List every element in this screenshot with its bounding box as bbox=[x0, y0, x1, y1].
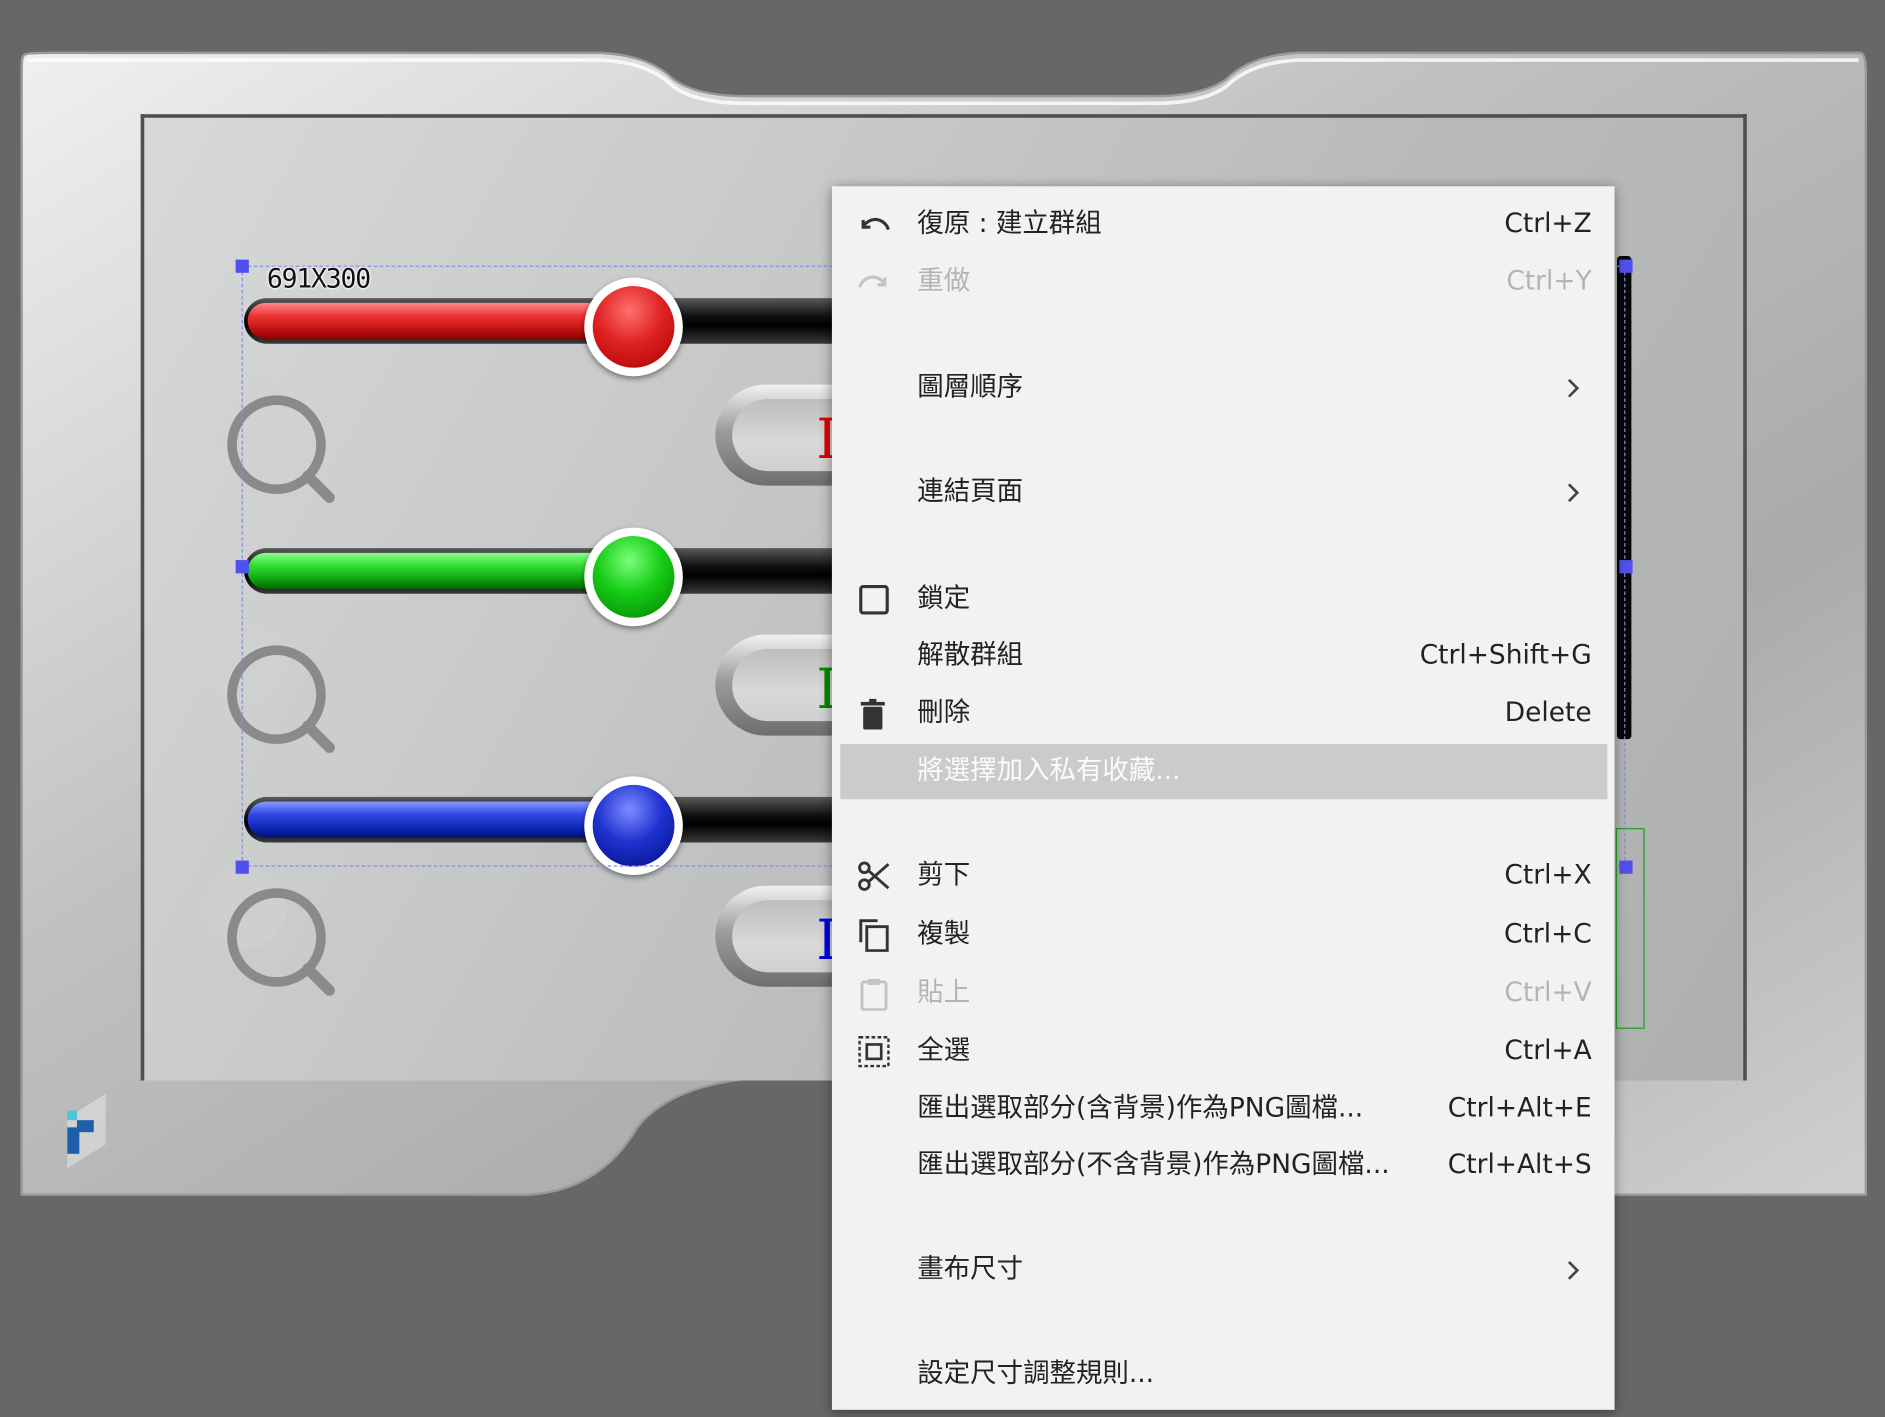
copy-icon bbox=[859, 919, 889, 952]
app-logo bbox=[67, 1093, 106, 1169]
scissors-icon bbox=[858, 861, 890, 891]
menu-item-label: 匯出選取部分(不含背景)作為PNG圖檔... bbox=[917, 1150, 1390, 1181]
resize-handle[interactable] bbox=[235, 259, 249, 273]
menu-item-label: 剪下 bbox=[917, 860, 971, 891]
select-all-icon bbox=[858, 1036, 890, 1068]
menu-item-redo[interactable]: 重做 Ctrl+Y bbox=[832, 258, 1615, 306]
menu-item-lock[interactable]: 鎖定 bbox=[832, 576, 1615, 624]
menu-item-label: 連結頁面 bbox=[917, 477, 1024, 508]
menu-item-shortcut: Ctrl+A bbox=[1504, 1036, 1592, 1067]
context-menu: 復原 : 建立群組 Ctrl+Z 重做 Ctrl+Y 圖層順序 連結頁面 鎖定 … bbox=[831, 186, 1615, 1410]
menu-item-label: 復原 : 建立群組 bbox=[917, 209, 1102, 240]
menu-item-export-png-with-bg[interactable]: 匯出選取部分(含背景)作為PNG圖檔... Ctrl+Alt+E bbox=[832, 1085, 1615, 1133]
menu-item-shortcut: Ctrl+Alt+E bbox=[1447, 1093, 1592, 1124]
menu-item-label: 貼上 bbox=[917, 978, 971, 1009]
search-icon[interactable] bbox=[202, 863, 346, 1007]
chevron-right-icon bbox=[1567, 378, 1580, 398]
menu-item-cut[interactable]: 剪下 Ctrl+X bbox=[832, 852, 1615, 900]
menu-item-label: 複製 bbox=[917, 919, 971, 950]
menu-item-shortcut: Ctrl+Shift+G bbox=[1419, 640, 1592, 671]
menu-item-shortcut: Ctrl+Y bbox=[1506, 266, 1592, 297]
menu-item-label: 匯出選取部分(含背景)作為PNG圖檔... bbox=[917, 1093, 1364, 1124]
checkbox-icon bbox=[859, 584, 889, 615]
menu-item-resize-rules[interactable]: 設定尺寸調整規則... bbox=[832, 1351, 1615, 1399]
menu-item-add-to-private-collection[interactable]: 將選擇加入私有收藏... bbox=[840, 743, 1608, 800]
menu-item-link-page[interactable]: 連結頁面 bbox=[832, 469, 1615, 517]
menu-item-canvas-size[interactable]: 畫布尺寸 bbox=[832, 1246, 1615, 1294]
menu-item-paste[interactable]: 貼上 Ctrl+V bbox=[832, 970, 1615, 1018]
trash-icon bbox=[860, 698, 885, 730]
resize-handle[interactable] bbox=[1619, 259, 1633, 273]
menu-item-label: 將選擇加入私有收藏... bbox=[917, 755, 1181, 787]
menu-item-shortcut: Ctrl+C bbox=[1504, 919, 1592, 950]
menu-item-shortcut: Ctrl+V bbox=[1504, 978, 1592, 1009]
resize-handle[interactable] bbox=[235, 860, 249, 874]
menu-item-select-all[interactable]: 全選 Ctrl+A bbox=[832, 1028, 1615, 1076]
menu-item-label: 鎖定 bbox=[917, 584, 971, 615]
menu-item-ungroup[interactable]: 解散群組 Ctrl+Shift+G bbox=[832, 632, 1615, 680]
chevron-right-icon bbox=[1567, 1261, 1580, 1280]
redo-icon bbox=[858, 275, 887, 288]
menu-item-delete[interactable]: 刪除 Delete bbox=[832, 690, 1615, 738]
menu-item-label: 畫布尺寸 bbox=[917, 1254, 1024, 1285]
menu-item-label: 全選 bbox=[917, 1036, 971, 1067]
menu-item-shortcut: Ctrl+Alt+S bbox=[1447, 1150, 1592, 1181]
menu-item-shortcut: Delete bbox=[1504, 698, 1592, 729]
menu-item-shortcut: Ctrl+Z bbox=[1504, 209, 1592, 240]
menu-item-label: 刪除 bbox=[917, 698, 971, 729]
menu-item-shortcut: Ctrl+X bbox=[1504, 860, 1592, 891]
chevron-right-icon bbox=[1567, 483, 1580, 503]
undo-icon bbox=[861, 217, 890, 231]
resize-handle[interactable] bbox=[1619, 860, 1633, 874]
menu-item-export-png-without-bg[interactable]: 匯出選取部分(不含背景)作為PNG圖檔... Ctrl+Alt+S bbox=[832, 1142, 1615, 1190]
menu-item-label: 圖層順序 bbox=[917, 372, 1024, 403]
menu-item-layer-order[interactable]: 圖層順序 bbox=[832, 364, 1615, 412]
menu-item-label: 重做 bbox=[917, 266, 971, 297]
menu-item-label: 解散群組 bbox=[917, 640, 1024, 671]
menu-item-undo[interactable]: 復原 : 建立群組 Ctrl+Z bbox=[832, 201, 1615, 249]
selection-size-label: 691X300 bbox=[266, 264, 371, 295]
resize-handle[interactable] bbox=[1619, 560, 1633, 574]
clipboard-icon bbox=[860, 978, 888, 1011]
menu-item-label: 設定尺寸調整規則... bbox=[917, 1359, 1155, 1390]
resize-handle[interactable] bbox=[235, 560, 249, 574]
menu-item-copy[interactable]: 複製 Ctrl+C bbox=[832, 911, 1615, 959]
